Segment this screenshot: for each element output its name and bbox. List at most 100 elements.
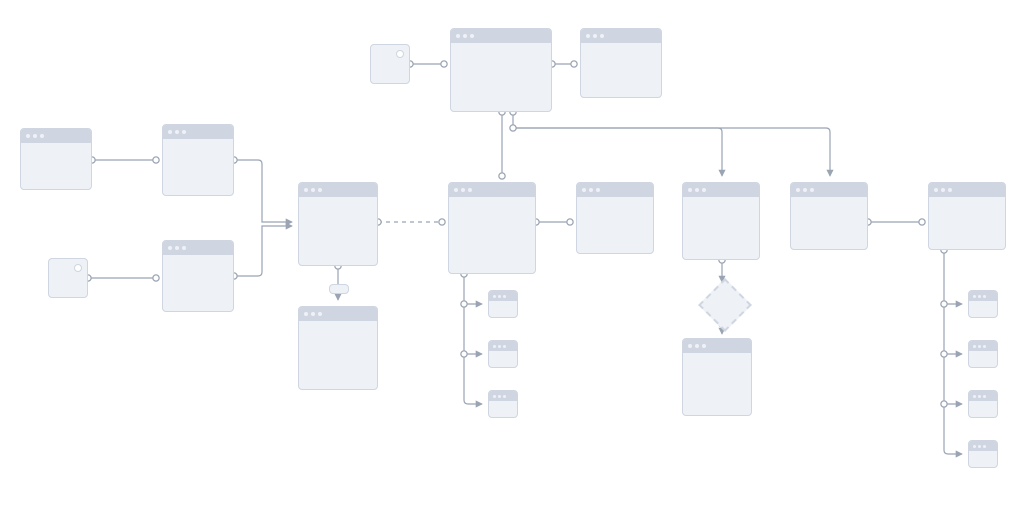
window-control-dot — [586, 34, 590, 38]
node-c5-sub-3[interactable] — [968, 390, 998, 418]
window-control-dot — [978, 295, 981, 298]
window-control-dot — [493, 395, 496, 398]
node-mid-b[interactable] — [298, 306, 378, 390]
window-titlebar — [299, 307, 377, 321]
edge — [944, 304, 962, 354]
window-control-dot — [498, 395, 501, 398]
window-control-dot — [600, 34, 604, 38]
window-control-dot — [168, 130, 172, 134]
node-top-thumb[interactable] — [370, 44, 410, 84]
window-control-dot — [311, 312, 315, 316]
node-c1-sub-1[interactable] — [488, 290, 518, 318]
node-col-1[interactable] — [448, 182, 536, 274]
window-titlebar — [969, 341, 997, 351]
connector-pill — [329, 284, 349, 294]
window-titlebar — [489, 341, 517, 351]
node-c1-sub-2[interactable] — [488, 340, 518, 368]
edge — [464, 354, 482, 404]
window-control-dot — [168, 246, 172, 250]
window-titlebar — [489, 291, 517, 301]
node-col-4[interactable] — [790, 182, 868, 250]
window-control-dot — [688, 344, 692, 348]
window-control-dot — [983, 445, 986, 448]
window-control-dot — [463, 34, 467, 38]
edge — [234, 226, 292, 276]
window-control-dot — [978, 395, 981, 398]
window-control-dot — [175, 246, 179, 250]
window-control-dot — [493, 295, 496, 298]
window-titlebar — [489, 391, 517, 401]
window-control-dot — [973, 295, 976, 298]
window-control-dot — [498, 295, 501, 298]
node-left-a[interactable] — [20, 128, 92, 190]
node-c5-sub-2[interactable] — [968, 340, 998, 368]
node-top-parent[interactable] — [450, 28, 552, 112]
edge — [464, 304, 482, 354]
window-titlebar — [577, 183, 653, 197]
window-titlebar — [791, 183, 867, 197]
window-control-dot — [589, 188, 593, 192]
window-control-dot — [983, 395, 986, 398]
node-c5-sub-1[interactable] — [968, 290, 998, 318]
edge — [944, 354, 962, 404]
window-control-dot — [182, 130, 186, 134]
window-control-dot — [311, 188, 315, 192]
window-control-dot — [596, 188, 600, 192]
window-titlebar — [299, 183, 377, 197]
node-c1-sub-3[interactable] — [488, 390, 518, 418]
window-titlebar — [449, 183, 535, 197]
window-control-dot — [468, 188, 472, 192]
edge — [234, 160, 292, 222]
window-control-dot — [40, 134, 44, 138]
node-c3-result[interactable] — [682, 338, 752, 416]
node-left-thumb[interactable] — [48, 258, 88, 298]
window-control-dot — [983, 295, 986, 298]
window-control-dot — [26, 134, 30, 138]
window-control-dot — [978, 445, 981, 448]
window-control-dot — [461, 188, 465, 192]
edge — [944, 404, 962, 454]
window-titlebar — [21, 129, 91, 143]
node-mid-a[interactable] — [298, 182, 378, 266]
window-control-dot — [934, 188, 938, 192]
node-col-5[interactable] — [928, 182, 1006, 250]
window-control-dot — [318, 312, 322, 316]
edge — [944, 250, 962, 304]
window-control-dot — [493, 345, 496, 348]
edge — [464, 274, 482, 304]
window-control-dot — [304, 312, 308, 316]
window-control-dot — [941, 188, 945, 192]
window-control-dot — [304, 188, 308, 192]
window-control-dot — [948, 188, 952, 192]
window-control-dot — [983, 345, 986, 348]
node-top-right[interactable] — [580, 28, 662, 98]
window-control-dot — [803, 188, 807, 192]
node-col-2[interactable] — [576, 182, 654, 254]
flow-canvas[interactable] — [0, 0, 1024, 512]
window-control-dot — [318, 188, 322, 192]
node-left-b[interactable] — [162, 124, 234, 196]
window-control-dot — [688, 188, 692, 192]
node-col-3[interactable] — [682, 182, 760, 260]
window-titlebar — [163, 241, 233, 255]
window-control-dot — [978, 345, 981, 348]
window-control-dot — [582, 188, 586, 192]
window-control-dot — [695, 344, 699, 348]
window-control-dot — [470, 34, 474, 38]
node-left-c[interactable] — [162, 240, 234, 312]
window-control-dot — [33, 134, 37, 138]
window-control-dot — [498, 345, 501, 348]
window-titlebar — [969, 391, 997, 401]
window-titlebar — [581, 29, 661, 43]
window-control-dot — [593, 34, 597, 38]
window-control-dot — [796, 188, 800, 192]
window-control-dot — [175, 130, 179, 134]
window-titlebar — [451, 29, 551, 43]
node-c3-decision[interactable] — [698, 278, 752, 332]
window-titlebar — [929, 183, 1005, 197]
node-c5-sub-4[interactable] — [968, 440, 998, 468]
window-control-dot — [973, 395, 976, 398]
window-titlebar — [683, 183, 759, 197]
window-control-dot — [973, 445, 976, 448]
window-control-dot — [695, 188, 699, 192]
